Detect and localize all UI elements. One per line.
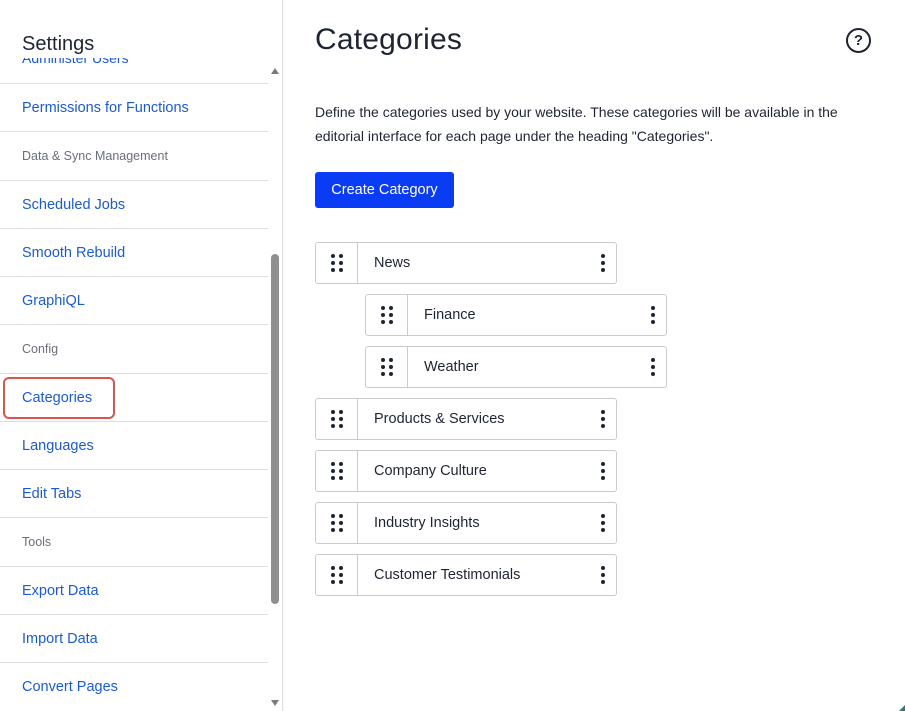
- sidebar-item-label: Convert Pages: [22, 678, 118, 695]
- drag-handle[interactable]: [316, 555, 358, 595]
- sidebar-item-permissions-for-functions[interactable]: Permissions for Functions: [0, 83, 268, 131]
- sidebar-item-languages[interactable]: Languages: [0, 421, 268, 469]
- sidebar-scrollbar[interactable]: [268, 58, 282, 711]
- sidebar: Administer Users Settings Permissions fo…: [0, 0, 283, 711]
- sidebar-item-export-data[interactable]: Export Data: [0, 566, 268, 614]
- drag-handle[interactable]: [316, 451, 358, 491]
- more-vertical-icon[interactable]: [590, 451, 616, 491]
- more-vertical-icon[interactable]: [590, 243, 616, 283]
- category-name: News: [374, 255, 411, 271]
- sidebar-item-label: Edit Tabs: [22, 485, 82, 502]
- drag-grip-icon: [380, 306, 393, 324]
- category-item[interactable]: Products & Services: [315, 398, 617, 440]
- category-item[interactable]: Industry Insights: [315, 502, 617, 544]
- category-name: Customer Testimonials: [374, 567, 521, 583]
- sidebar-item-edit-tabs[interactable]: Edit Tabs: [0, 469, 268, 517]
- drag-grip-icon: [330, 410, 343, 428]
- sidebar-item-label: Permissions for Functions: [22, 99, 189, 116]
- category-name: Industry Insights: [374, 515, 480, 531]
- category-name: Products & Services: [374, 411, 505, 427]
- sidebar-item-label: GraphiQL: [22, 292, 85, 309]
- question-circle-icon: ?: [853, 32, 864, 49]
- sidebar-item-label: Import Data: [22, 630, 98, 647]
- category-name: Company Culture: [374, 463, 487, 479]
- page-title: Categories: [315, 23, 463, 56]
- scroll-down-arrow-icon[interactable]: [271, 700, 279, 706]
- drag-grip-icon: [330, 514, 343, 532]
- drag-handle[interactable]: [316, 399, 358, 439]
- sidebar-section-data-sync: Data & Sync Management: [0, 131, 268, 180]
- drag-grip-icon: [380, 358, 393, 376]
- sidebar-item-import-data[interactable]: Import Data: [0, 614, 268, 662]
- sidebar-section-label: Config: [22, 342, 59, 356]
- sidebar-title: Settings: [22, 33, 105, 56]
- category-name: Weather: [424, 359, 479, 375]
- create-category-button[interactable]: Create Category: [315, 172, 454, 208]
- sidebar-item-scheduled-jobs[interactable]: Scheduled Jobs: [0, 180, 268, 228]
- sidebar-item-label: Categories: [22, 389, 93, 406]
- sidebar-item-label: Scheduled Jobs: [22, 196, 126, 213]
- drag-handle[interactable]: [316, 503, 358, 543]
- sidebar-section-config: Config: [0, 324, 268, 373]
- drag-handle[interactable]: [366, 295, 408, 335]
- sidebar-section-label: Tools: [22, 535, 52, 549]
- more-vertical-icon[interactable]: [590, 399, 616, 439]
- scroll-up-arrow-icon[interactable]: [271, 68, 279, 74]
- more-vertical-icon[interactable]: [590, 503, 616, 543]
- sidebar-section-tools: Tools: [0, 517, 268, 566]
- more-vertical-icon[interactable]: [640, 347, 666, 387]
- more-vertical-icon[interactable]: [640, 295, 666, 335]
- sidebar-item-smooth-rebuild[interactable]: Smooth Rebuild: [0, 228, 268, 276]
- category-item[interactable]: Company Culture: [315, 450, 617, 492]
- sidebar-item-graphiql[interactable]: GraphiQL: [0, 276, 268, 324]
- drag-grip-icon: [330, 566, 343, 584]
- more-vertical-icon[interactable]: [590, 555, 616, 595]
- category-item[interactable]: Customer Testimonials: [315, 554, 617, 596]
- help-button[interactable]: ?: [846, 28, 871, 53]
- sidebar-item-categories[interactable]: Categories: [0, 373, 268, 421]
- category-item[interactable]: Weather: [365, 346, 667, 388]
- sidebar-list: Permissions for Functions Data & Sync Man…: [0, 83, 268, 710]
- sidebar-section-label: Data & Sync Management: [22, 149, 168, 163]
- scrollbar-thumb[interactable]: [271, 254, 279, 604]
- sidebar-item-label: Export Data: [22, 582, 99, 599]
- main-content: Categories ? Define the categories used …: [283, 0, 905, 711]
- drag-grip-icon: [330, 254, 343, 272]
- sidebar-item-convert-pages[interactable]: Convert Pages: [0, 662, 268, 710]
- page-description: Define the categories used by your websi…: [315, 104, 838, 144]
- window-corner: [899, 705, 905, 711]
- drag-handle[interactable]: [366, 347, 408, 387]
- category-name: Finance: [424, 307, 476, 323]
- drag-handle[interactable]: [316, 243, 358, 283]
- category-item[interactable]: Finance: [365, 294, 667, 336]
- sidebar-item-label: Smooth Rebuild: [22, 244, 126, 261]
- drag-grip-icon: [330, 462, 343, 480]
- category-item[interactable]: News: [315, 242, 617, 284]
- sidebar-item-label: Languages: [22, 437, 94, 454]
